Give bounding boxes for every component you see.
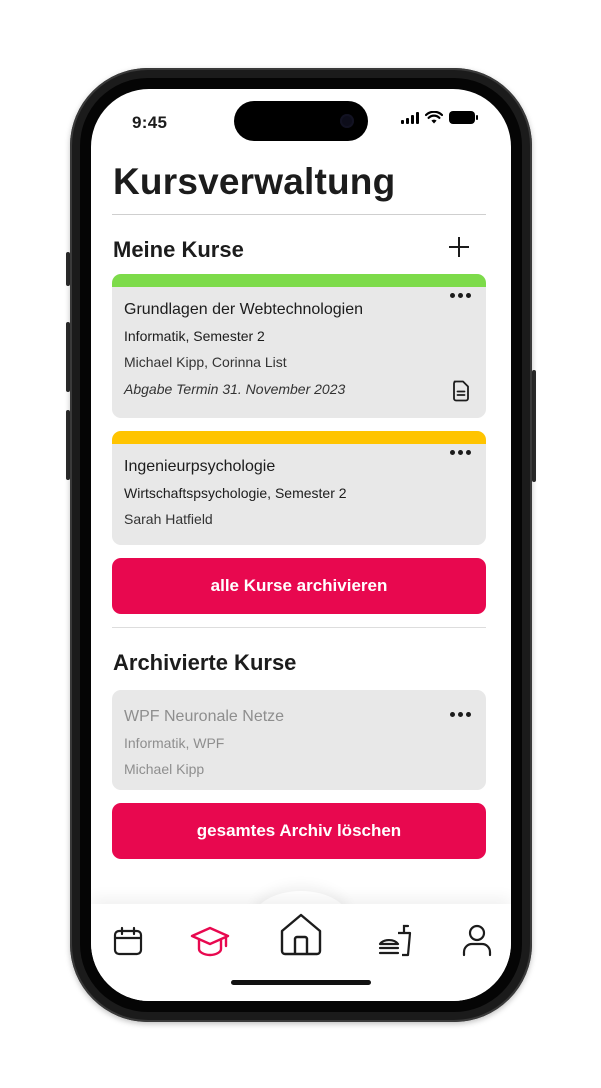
- more-options-icon[interactable]: [450, 450, 471, 455]
- camera-icon: [340, 114, 354, 128]
- home-indicator: [231, 980, 371, 985]
- tab-courses[interactable]: [185, 919, 235, 963]
- delete-archive-button[interactable]: gesamtes Archiv löschen: [112, 803, 486, 859]
- status-icons: [401, 111, 478, 124]
- more-options-icon[interactable]: [450, 293, 471, 298]
- power-button: [532, 370, 536, 482]
- tab-calendar[interactable]: [108, 921, 148, 961]
- graduation-cap-icon: [190, 926, 230, 957]
- cellular-signal-icon: [401, 111, 419, 124]
- course-title: Grundlagen der Webtechnologien: [124, 301, 363, 318]
- course-title: WPF Neuronale Netze: [124, 708, 285, 725]
- course-lecturers: Sarah Hatfield: [124, 511, 213, 527]
- course-accent-bar: [112, 431, 486, 444]
- home-icon: [280, 913, 322, 956]
- add-course-button[interactable]: [447, 235, 471, 259]
- course-accent-bar: [112, 274, 486, 287]
- status-time: 9:45: [132, 113, 168, 132]
- course-deadline: Abgabe Termin 31. November 2023: [124, 381, 346, 397]
- course-program: Wirtschaftspsychologie, Semester 2: [124, 485, 347, 501]
- battery-icon: [449, 111, 478, 124]
- page-title: Kursverwaltung: [113, 161, 396, 202]
- section-divider: [112, 627, 486, 628]
- wifi-icon: [425, 111, 443, 124]
- title-divider: [112, 214, 486, 215]
- archived-courses-heading: Archivierte Kurse: [113, 650, 297, 675]
- course-card-webtech[interactable]: Grundlagen der Webtechnologien Informati…: [112, 274, 486, 418]
- my-courses-heading: Meine Kurse: [113, 237, 244, 262]
- archived-course-card-neuronale-netze[interactable]: WPF Neuronale Netze Informatik, WPF Mich…: [112, 690, 486, 790]
- more-options-icon[interactable]: [450, 712, 471, 717]
- tab-food[interactable]: [373, 918, 417, 962]
- food-icon: [378, 924, 412, 957]
- course-program: Informatik, WPF: [124, 735, 225, 751]
- user-icon: [462, 924, 492, 957]
- course-program: Informatik, Semester 2: [124, 328, 265, 344]
- app-screen: 9:45 Kursverwaltung Meine Kurse Grundlag…: [91, 89, 511, 1001]
- document-icon[interactable]: [452, 380, 470, 402]
- course-lecturers: Michael Kipp, Corinna List: [124, 354, 287, 370]
- course-card-ingenieurpsychologie[interactable]: Ingenieurpsychologie Wirtschaftspsycholo…: [112, 431, 486, 545]
- dynamic-island: [234, 101, 368, 141]
- course-lecturers: Michael Kipp: [124, 761, 205, 777]
- calendar-icon: [113, 926, 143, 956]
- tab-profile[interactable]: [457, 920, 497, 960]
- course-title: Ingenieurpsychologie: [124, 458, 276, 475]
- tab-home[interactable]: [276, 909, 326, 959]
- archive-all-courses-button[interactable]: alle Kurse archivieren: [112, 558, 486, 614]
